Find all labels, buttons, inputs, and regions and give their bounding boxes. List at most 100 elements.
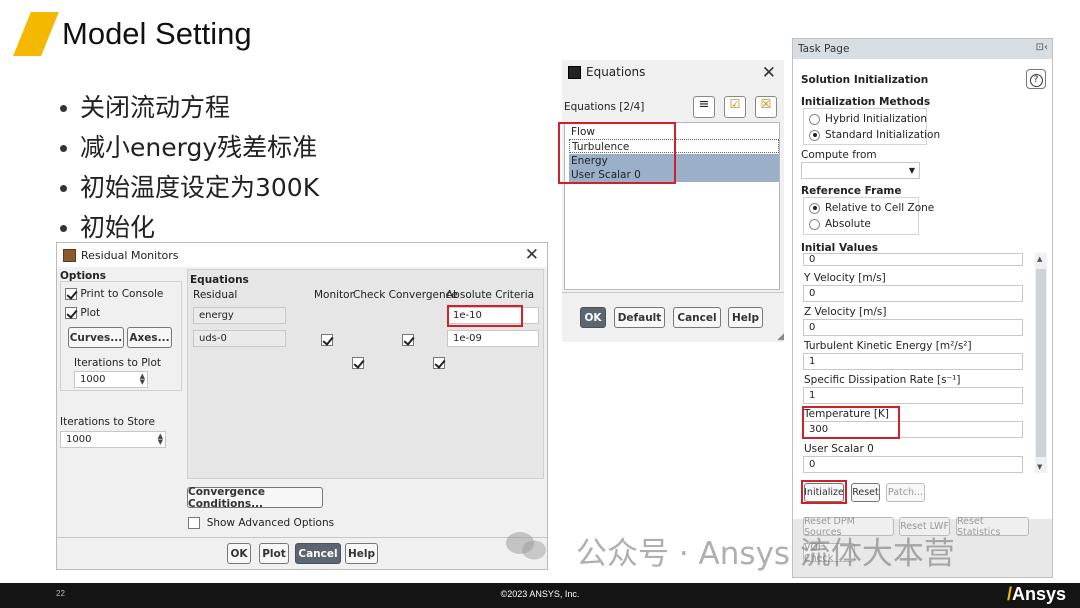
ansys-logo: /Ansys [1006,584,1066,604]
fluent-app-icon [63,248,76,262]
z-velocity-label: Z Velocity [m/s] [804,306,887,318]
iterations-to-store-label: Iterations to Store [60,416,155,428]
absolute-radio[interactable]: Absolute [809,218,871,230]
monitor-header: Monitor [314,289,354,301]
slide-title: Model Setting [62,16,252,51]
help-icon[interactable]: ? [1026,69,1046,89]
wechat-icon [506,532,546,560]
sdr-label: Specific Dissipation Rate [s⁻¹] [804,374,961,386]
resize-grip-icon[interactable]: ◢ [777,332,784,342]
patch-button[interactable]: Patch... [886,483,925,502]
show-advanced-option[interactable]: Show Advanced Options [188,517,334,529]
absolute-label: Absolute [825,218,871,230]
z-velocity-input[interactable]: 0 [803,319,1023,336]
equations-dialog: Equations ✕ Equations [2/4] ≡ ☑ ☒ Flow T… [558,60,784,342]
cancel-button[interactable]: Cancel [673,307,721,328]
absolute-criteria-header: Absolute Criteria [446,289,535,301]
radio-icon[interactable] [809,113,820,125]
scroll-up-icon[interactable]: ▲ [1037,255,1042,263]
help-button[interactable]: Help [728,307,763,328]
checkbox-icon[interactable] [65,307,77,319]
standard-label: Standard Initialization [825,129,941,141]
user-scalar-input[interactable]: 0 [803,456,1023,473]
scrollbar-thumb[interactable] [1036,269,1046,457]
plot-option[interactable]: Plot [65,307,100,319]
close-icon[interactable]: ✕ [762,63,776,83]
plot-label: Plot [80,307,101,319]
radio-icon[interactable] [809,218,820,230]
default-button[interactable]: Default [614,307,665,328]
task-page-panel: Task Page ⊡‹ Solution Initialization ? I… [792,38,1053,578]
relative-radio[interactable]: Relative to Cell Zone [809,202,934,214]
convergence-checkbox[interactable] [401,334,414,346]
iterations-to-store-input[interactable]: 1000 ▲ ▼ [60,431,166,448]
residual-row-name: uds-0 [193,330,286,347]
copyright-text: ©2023 ANSYS, Inc. [500,589,580,599]
clear-list-icon[interactable]: ☒ [755,96,777,118]
fluent-app-icon [568,65,581,79]
equations-count: Equations [2/4] [564,101,645,113]
checkbox-icon[interactable] [65,288,77,300]
dialog-titlebar: Equations [562,60,784,84]
convergence-conditions-button[interactable]: Convergence Conditions... [187,486,323,510]
cancel-button[interactable]: Cancel [295,543,341,564]
convergence-checkbox[interactable] [432,357,445,369]
print-console-label: Print to Console [80,288,164,300]
spinner-icon[interactable]: ▲ ▼ [158,433,163,446]
scroll-down-icon[interactable]: ▼ [1037,463,1042,471]
iterations-to-plot-input[interactable]: 1000 ▲ ▼ [74,371,148,388]
bullet-item: 关闭流动方程 [58,88,319,128]
tke-input[interactable]: 1 [803,353,1023,370]
close-icon[interactable]: ✕ [525,245,539,265]
print-console-option[interactable]: Print to Console [65,288,163,300]
axes-button[interactable]: Axes... [127,327,172,348]
radio-icon[interactable] [809,202,820,214]
help-button[interactable]: Help [345,543,378,564]
residual-monitors-dialog: Residual Monitors ✕ Options Print to Con… [56,242,548,570]
divider [562,292,784,293]
residual-row-name: energy [193,307,286,324]
initial-value-input[interactable]: 0 [803,253,1023,266]
check-list-icon[interactable]: ☑ [724,96,746,118]
highlight-box [447,305,523,327]
y-velocity-label: Y Velocity [m/s] [804,272,886,284]
uds-criteria-input[interactable]: 1e-09 [447,330,539,347]
slide-footer: 22 ©2023 ANSYS, Inc. /Ansys [0,583,1080,608]
monitor-checkbox[interactable] [352,357,364,369]
show-advanced-label: Show Advanced Options [206,517,335,529]
watermark-text: 公众号 · Ansys 流体大本营 [576,536,955,572]
compute-from-select[interactable]: ▼ [801,162,920,179]
dropdown-arrow-icon[interactable]: ▼ [909,163,915,178]
plot-button[interactable]: Plot [259,543,289,564]
hybrid-radio[interactable]: Hybrid Initialization [809,113,927,125]
sdr-input[interactable]: 1 [803,387,1023,404]
standard-radio[interactable]: Standard Initialization [809,129,940,141]
y-velocity-input[interactable]: 0 [803,285,1023,302]
accent-slash [13,12,59,56]
select-all-icon[interactable]: ≡ [693,96,715,118]
bullet-list: 关闭流动方程 减小energy残差标准 初始温度设定为300K 初始化 [58,88,319,248]
relative-label: Relative to Cell Zone [825,202,935,214]
highlight-box [801,480,847,504]
spinner-icon[interactable]: ▲ ▼ [140,373,145,386]
dialog-title: Equations [586,65,646,79]
reset-statistics-button[interactable]: Reset Statistics [956,516,1029,538]
dialog-titlebar: Residual Monitors [57,243,547,267]
hybrid-label: Hybrid Initialization [825,113,928,125]
reference-frame-label: Reference Frame [801,185,902,197]
monitor-checkbox[interactable] [321,334,333,346]
checkbox-icon[interactable] [188,517,200,529]
divider [57,537,547,538]
ok-button[interactable]: OK [227,543,251,564]
panel-controls-icon[interactable]: ⊡‹ [1036,42,1048,53]
ok-button[interactable]: OK [580,307,606,328]
highlight-box [558,122,676,184]
init-methods-label: Initialization Methods [801,96,931,108]
curves-button[interactable]: Curves... [68,327,124,348]
iterations-to-plot-label: Iterations to Plot [74,357,162,369]
residual-header: Residual [193,289,238,301]
radio-icon[interactable] [809,129,820,141]
bullet-item: 减小energy残差标准 [58,128,319,168]
reset-button[interactable]: Reset [851,483,880,502]
bullet-item: 初始温度设定为300K [58,168,319,208]
